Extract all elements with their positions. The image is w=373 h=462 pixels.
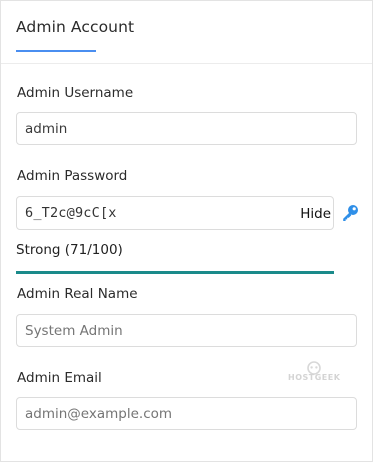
admin-password-label: Admin Password (17, 168, 128, 184)
section-divider (1, 63, 372, 64)
admin-email-label: Admin Email (17, 370, 102, 386)
admin-email-input[interactable] (16, 397, 357, 430)
password-strength-fill (16, 271, 334, 274)
key-icon[interactable] (341, 204, 359, 222)
section-title-underline (16, 50, 96, 52)
admin-real-name-input[interactable] (16, 314, 357, 347)
hide-password-toggle[interactable]: Hide (300, 206, 331, 222)
admin-username-input[interactable]: admin (16, 112, 357, 145)
admin-password-value: 6_T2c@9cC[x (25, 205, 117, 221)
section-title: Admin Account (16, 18, 135, 36)
admin-password-input[interactable]: 6_T2c@9cC[x Hide (16, 196, 334, 230)
watermark-text: HOSTGEEK (288, 373, 341, 382)
admin-username-value: admin (25, 120, 68, 137)
password-strength-label: Strong (71/100) (16, 242, 123, 258)
admin-username-label: Admin Username (17, 85, 134, 101)
admin-real-name-label: Admin Real Name (17, 286, 138, 302)
password-strength-meter (16, 271, 334, 274)
admin-account-panel: Admin Account Admin Username admin Admin… (0, 0, 373, 462)
